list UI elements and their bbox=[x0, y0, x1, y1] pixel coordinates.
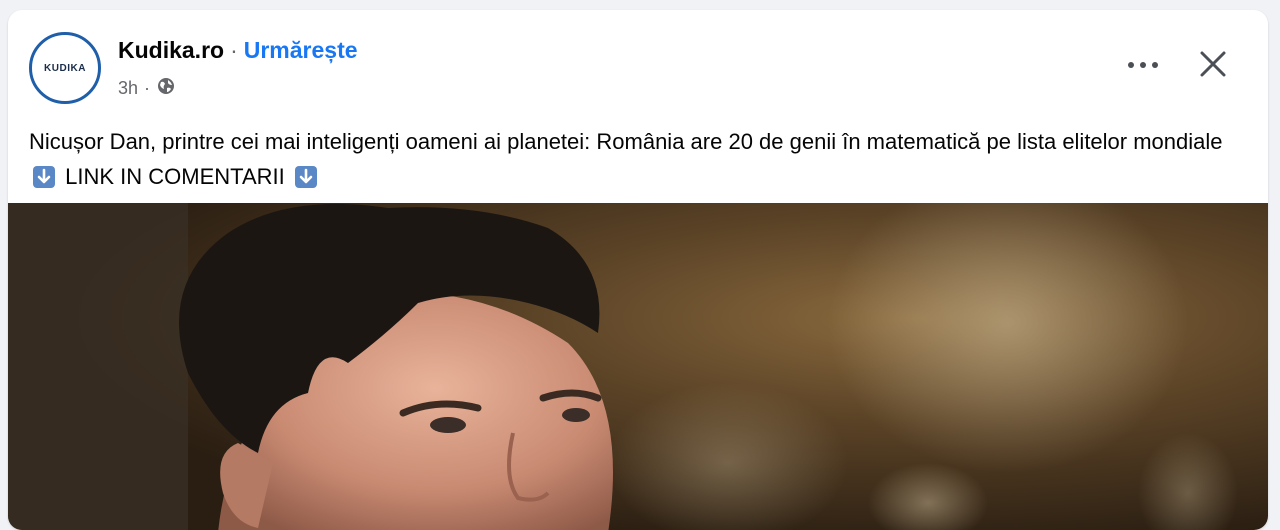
down-arrow-emoji-icon bbox=[33, 166, 55, 188]
post-header: KUDIKA Kudika.ro · Urmărește 3h · bbox=[8, 10, 1268, 120]
post-card: KUDIKA Kudika.ro · Urmărește 3h · Nicușo… bbox=[8, 10, 1268, 530]
post-author-line: Kudika.ro · Urmărește bbox=[118, 37, 358, 64]
page-name-link[interactable]: Kudika.ro bbox=[118, 37, 224, 64]
follow-button[interactable]: Urmărește bbox=[244, 37, 358, 64]
close-icon bbox=[1199, 50, 1227, 83]
avatar-logo-text: KUDIKA bbox=[44, 62, 86, 74]
separator-dot: · bbox=[144, 78, 151, 98]
more-options-icon bbox=[1127, 56, 1159, 74]
post-text: Nicușor Dan, printre cei mai inteligenți… bbox=[29, 124, 1249, 194]
post-photo[interactable] bbox=[8, 203, 1268, 530]
post-meta: 3h · bbox=[118, 76, 176, 101]
post-photo-image bbox=[8, 203, 1268, 530]
close-button[interactable] bbox=[1193, 46, 1233, 86]
down-arrow-emoji-icon bbox=[294, 166, 317, 188]
globe-icon[interactable] bbox=[156, 76, 176, 101]
page-avatar[interactable]: KUDIKA bbox=[29, 32, 101, 104]
separator-dot: · bbox=[230, 37, 238, 63]
post-timestamp[interactable]: 3h bbox=[118, 78, 138, 99]
post-text-link-note: LINK IN COMENTARII bbox=[65, 164, 285, 189]
more-options-button[interactable] bbox=[1123, 50, 1163, 80]
post-text-main: Nicușor Dan, printre cei mai inteligenți… bbox=[29, 129, 1223, 154]
